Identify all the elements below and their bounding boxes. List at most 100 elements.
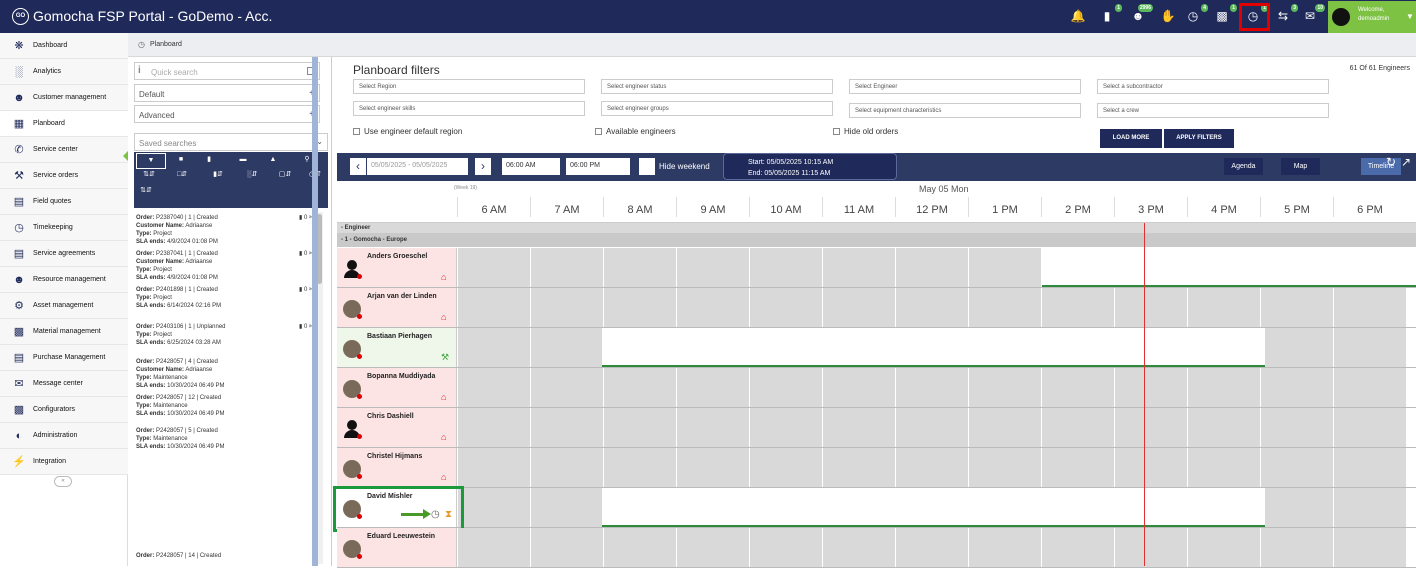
sidebar-item-asset-management[interactable]: ⚙ Asset management	[0, 293, 128, 319]
order-item[interactable]: Order: P2428057 | 14 | Created	[136, 552, 314, 560]
timeslot-cell[interactable]	[676, 448, 749, 487]
region-select[interactable]: Select Region	[353, 79, 585, 94]
timeslot-cell[interactable]	[530, 248, 603, 287]
timeslot-cell[interactable]	[1333, 288, 1406, 327]
people-icon[interactable]: ☻ 2996	[1130, 4, 1153, 24]
sidebar-item-configurators[interactable]: ▩ Configurators	[0, 397, 128, 423]
timeslot-cell[interactable]	[1333, 328, 1406, 367]
engineer-status-select[interactable]: Select engineer status	[601, 79, 833, 94]
group-header-engineer[interactable]: - Engineer	[337, 223, 1416, 233]
order-item[interactable]: Order: P2401898 | 1 | Created Type: Proj…	[136, 286, 314, 310]
people-icon[interactable]: ▲	[260, 153, 286, 167]
timeslot-cell[interactable]	[822, 448, 895, 487]
engineer-skills-select[interactable]: Select engineer skills	[353, 101, 585, 116]
timeslot-cell[interactable]	[1333, 488, 1406, 527]
user-menu[interactable]: Welcome, demoadmin ▼	[1328, 1, 1416, 33]
timeslot-cell[interactable]	[749, 288, 822, 327]
chat-icon[interactable]: ✉ 10	[1302, 4, 1325, 24]
sort-type-button[interactable]: ▮⇵	[202, 168, 234, 182]
default-filter-row[interactable]: Default +	[134, 84, 320, 102]
engineer-groups-select[interactable]: Select engineer groups	[601, 101, 833, 116]
timeslot-cell[interactable]	[603, 248, 676, 287]
filter-icon[interactable]: ▼	[136, 153, 166, 169]
timeslot-cell[interactable]	[822, 528, 895, 567]
crew-select[interactable]: Select a crew	[1097, 103, 1329, 118]
order-item[interactable]: Order: P2387040 | 1 | Created Customer N…	[136, 214, 314, 246]
timeslot-cell[interactable]	[530, 328, 603, 367]
end-time-input[interactable]: 06:00 PM	[566, 158, 630, 175]
id-card-icon[interactable]: ▬	[230, 153, 256, 167]
timeslot-cell[interactable]	[603, 448, 676, 487]
timeslot-cell[interactable]	[1333, 368, 1406, 407]
timeslot-cell[interactable]	[895, 448, 968, 487]
available-engineers-checkbox[interactable]: Available engineers	[595, 127, 676, 136]
sidebar-item-service-center[interactable]: ✆ Service center	[0, 137, 128, 163]
timeslot-cell[interactable]	[1187, 528, 1260, 567]
clipboard-icon[interactable]: ▮	[196, 153, 222, 167]
engineer-cell[interactable]: Bastiaan Pierhagen ⚒	[337, 328, 457, 367]
use-default-region-checkbox[interactable]: Use engineer default region	[353, 127, 462, 136]
timeslot-cell[interactable]	[1114, 528, 1187, 567]
availability-block[interactable]	[602, 328, 1265, 367]
collapse-sidebar-button[interactable]: «	[54, 476, 72, 487]
sidebar-item-analytics[interactable]: ░ Analytics	[0, 59, 128, 85]
timeslot-cell[interactable]	[457, 248, 530, 287]
handshake-icon[interactable]: ✋	[1160, 9, 1176, 24]
timeslot-cell[interactable]	[457, 488, 530, 527]
timeslot-cell[interactable]	[530, 288, 603, 327]
engineer-cell[interactable]: Christel Hijmans ⌂	[337, 448, 457, 487]
timeslot-cell[interactable]	[1041, 528, 1114, 567]
timeslot-cell[interactable]	[603, 288, 676, 327]
timeslot-cell[interactable]	[968, 448, 1041, 487]
timeslot-cell[interactable]	[457, 528, 530, 567]
hide-old-orders-checkbox[interactable]: Hide old orders	[833, 127, 898, 136]
timeslot-cell[interactable]	[1260, 328, 1333, 367]
timeslot-cell[interactable]	[530, 448, 603, 487]
order-item[interactable]: Order: P2387041 | 1 | Created Customer N…	[136, 250, 314, 282]
sidebar-item-material-management[interactable]: ▩ Material management	[0, 319, 128, 345]
timeslot-cell[interactable]	[1187, 408, 1260, 447]
timeslot-cell[interactable]	[1187, 288, 1260, 327]
timeslot-cell[interactable]	[1333, 408, 1406, 447]
timeslot-cell[interactable]	[530, 528, 603, 567]
timeslot-cell[interactable]	[1333, 448, 1406, 487]
engineer-cell[interactable]: Bopanna Muddiyada ⌂	[337, 368, 457, 407]
timeslot-cell[interactable]	[822, 368, 895, 407]
timeslot-cell[interactable]	[457, 328, 530, 367]
timeslot-cell[interactable]	[603, 368, 676, 407]
availability-block[interactable]	[1042, 248, 1416, 287]
agenda-view-button[interactable]: Agenda	[1224, 158, 1263, 175]
sidebar-item-timekeeping[interactable]: ◷ Timekeeping	[0, 215, 128, 241]
timeslot-cell[interactable]	[676, 368, 749, 407]
engineer-cell[interactable]: Eduard Leeuwestein	[337, 528, 457, 567]
timeslot-cell[interactable]	[968, 408, 1041, 447]
timeslot-cell[interactable]	[1041, 288, 1114, 327]
next-date-button[interactable]: ›	[475, 158, 491, 175]
timeslot-cell[interactable]	[1114, 288, 1187, 327]
saved-searches-select[interactable]: Saved searches ⌄	[134, 133, 328, 151]
advanced-filter-row[interactable]: Advanced +	[134, 105, 320, 123]
engineer-cell[interactable]: Arjan van der Linden ⌂	[337, 288, 457, 327]
order-item[interactable]: Order: P2428057 | 5 | Created Type: Main…	[136, 427, 314, 451]
timeslot-cell[interactable]	[457, 288, 530, 327]
sidebar-item-field-quotes[interactable]: ▤ Field quotes	[0, 189, 128, 215]
sidebar-item-administration[interactable]: ◐ Administration	[0, 423, 128, 449]
timeslot-cell[interactable]	[1114, 368, 1187, 407]
timeslot-cell[interactable]	[1187, 368, 1260, 407]
timeslot-cell[interactable]	[895, 248, 968, 287]
sort-extra-button[interactable]: ⇅⇵	[136, 184, 156, 198]
timeslot-cell[interactable]	[530, 368, 603, 407]
timeslot-cell[interactable]	[603, 528, 676, 567]
engineer-cell[interactable]: Chris Dashiell ⌂	[337, 408, 457, 447]
stats-icon[interactable]: ▩ 1	[1214, 4, 1237, 24]
timeslot-cell[interactable]	[1260, 408, 1333, 447]
timeslot-cell[interactable]	[1187, 448, 1260, 487]
timeslot-cell[interactable]	[676, 248, 749, 287]
timeslot-cell[interactable]	[1260, 528, 1333, 567]
timeslot-cell[interactable]	[676, 288, 749, 327]
timeslot-cell[interactable]	[1260, 448, 1333, 487]
timeslot-cell[interactable]	[822, 408, 895, 447]
timeslot-cell[interactable]	[822, 248, 895, 287]
subcontractor-select[interactable]: Select a subcontractor	[1097, 79, 1329, 94]
timeslot-cell[interactable]	[1041, 448, 1114, 487]
